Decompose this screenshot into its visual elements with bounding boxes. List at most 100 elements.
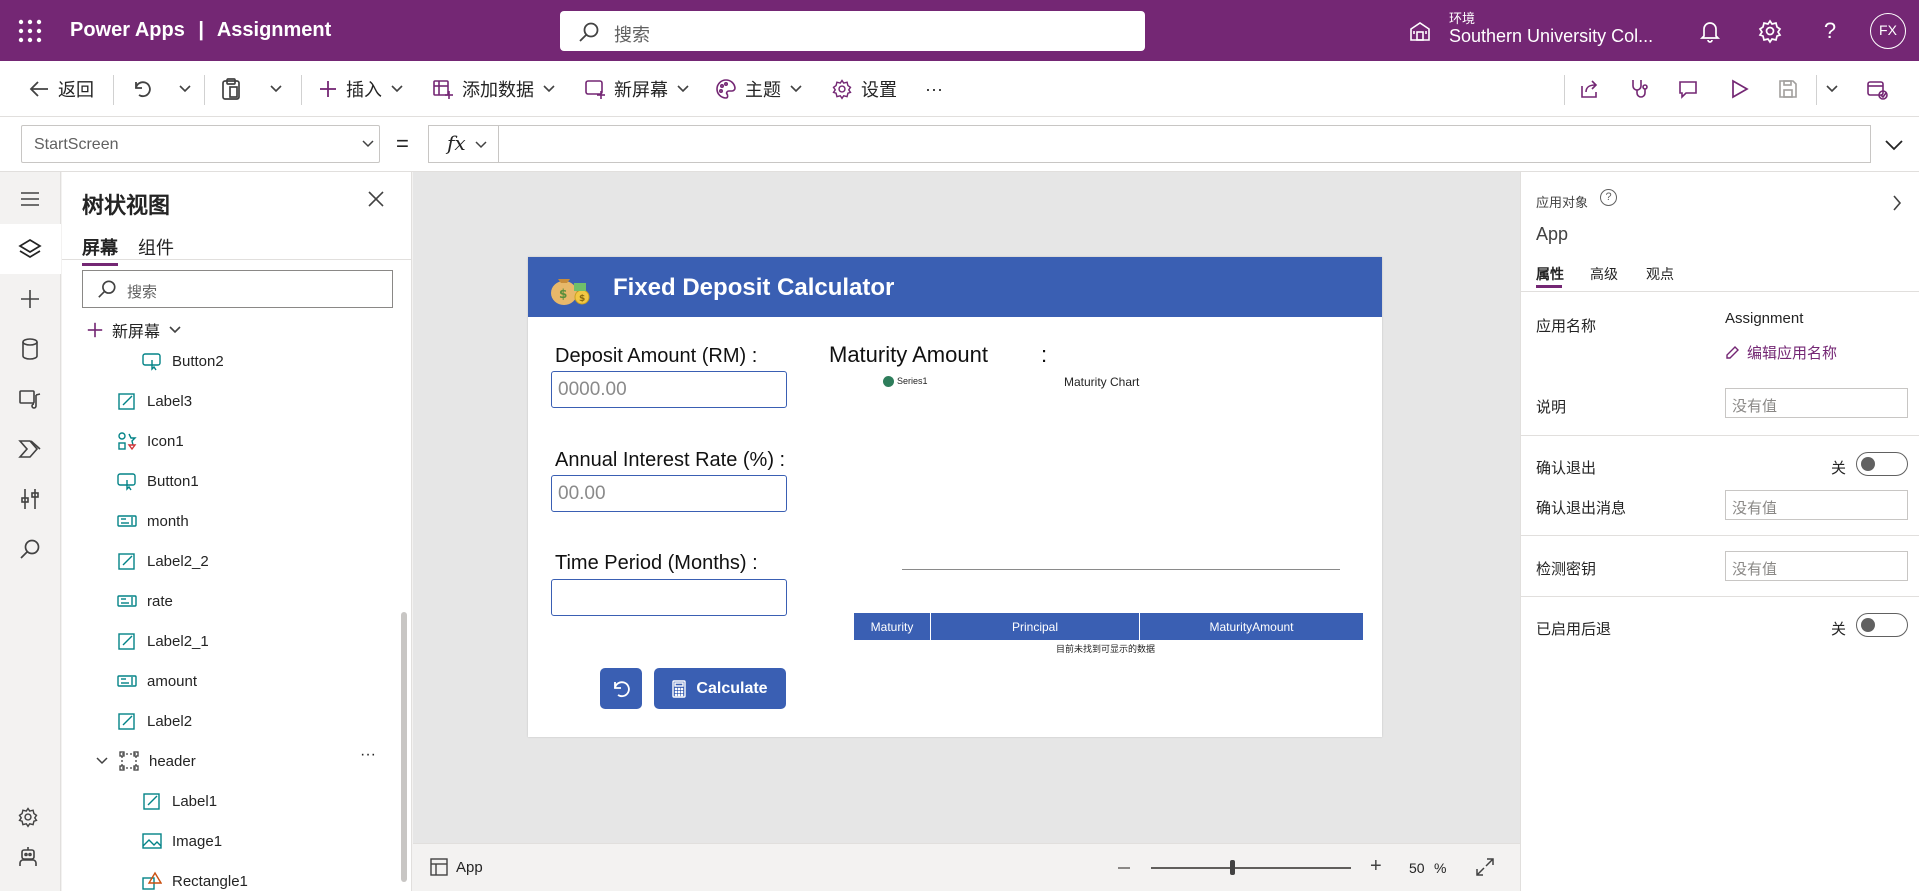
legend-swatch (883, 376, 894, 387)
back-enabled-state: 关 (1831, 621, 1847, 638)
help-icon[interactable]: ? (1817, 18, 1843, 44)
database-icon[interactable] (17, 336, 43, 362)
brand-name[interactable]: Power Apps (70, 19, 185, 41)
tab-advanced[interactable]: 高级 (1590, 264, 1618, 284)
plus-icon[interactable] (17, 286, 43, 312)
zoom-in-button[interactable]: + (1370, 855, 1382, 878)
fx-button[interactable]: fx (428, 125, 498, 163)
zoom-slider-thumb[interactable] (1230, 860, 1235, 875)
tree-node-label3[interactable]: Label3 (117, 386, 192, 416)
calculate-button[interactable]: Calculate (654, 668, 786, 709)
chevron-down-icon[interactable] (95, 756, 109, 766)
screen-icon (430, 858, 448, 876)
tree-node-label1[interactable]: Label1 (142, 786, 217, 816)
icon-control-icon (117, 431, 137, 451)
tree-node-label2-1[interactable]: Label2_1 (117, 626, 209, 656)
virtual-agent-icon[interactable] (17, 846, 43, 872)
table-header-principal[interactable]: Principal (931, 613, 1140, 640)
publish-button[interactable] (1866, 77, 1888, 101)
table-header-maturity-amount[interactable]: MaturityAmount (1140, 613, 1363, 640)
back-button[interactable]: 返回 (28, 77, 94, 101)
environment-name[interactable]: Southern University Col... (1449, 26, 1653, 47)
text-input-icon (117, 511, 137, 531)
confirm-exit-message-input[interactable]: 没有值 (1725, 490, 1908, 520)
settings-button[interactable]: 设置 (831, 77, 897, 101)
tree-node-button1[interactable]: Button1 (117, 466, 199, 496)
advanced-tools-icon[interactable] (17, 486, 43, 512)
gear-icon[interactable] (1757, 18, 1783, 44)
power-automate-icon[interactable] (17, 436, 43, 462)
paste-dropdown[interactable] (269, 77, 283, 101)
tree-search-input[interactable]: 搜索 (82, 270, 393, 308)
bell-icon[interactable] (1697, 18, 1723, 44)
plus-icon (318, 79, 338, 99)
paste-button[interactable] (220, 77, 242, 101)
undo-button[interactable] (131, 77, 153, 101)
new-screen-button[interactable]: 新屏幕 (584, 77, 690, 101)
time-period-input[interactable] (551, 579, 787, 616)
theme-button[interactable]: 主题 (715, 77, 803, 101)
property-dropdown[interactable]: StartScreen (21, 125, 380, 163)
save-dropdown[interactable] (1825, 77, 1839, 101)
tab-ideas[interactable]: 观点 (1646, 264, 1674, 284)
edit-app-name-link[interactable]: 编辑应用名称 (1725, 342, 1837, 363)
plus-icon (86, 321, 104, 339)
back-enabled-toggle[interactable] (1856, 613, 1908, 637)
layers-icon[interactable] (17, 236, 43, 262)
app-header[interactable]: $ $ Fixed Deposit Calculator (528, 257, 1382, 317)
insert-button[interactable]: 插入 (318, 77, 404, 101)
help-icon[interactable]: ? (1600, 189, 1617, 206)
chevron-down-icon (362, 140, 374, 148)
app-launcher-icon[interactable] (18, 19, 42, 43)
tree-scrollbar[interactable] (401, 612, 407, 882)
zoom-out-button[interactable] (1118, 867, 1130, 869)
gear-icon[interactable] (17, 806, 43, 832)
app-screen-preview[interactable]: $ $ Fixed Deposit Calculator Deposit Amo… (528, 257, 1382, 737)
formula-input[interactable] (498, 125, 1871, 163)
table-header-maturity[interactable]: Maturity (854, 613, 931, 640)
confirm-exit-toggle[interactable] (1856, 452, 1908, 476)
app-checker-button[interactable] (1628, 77, 1650, 101)
media-icon[interactable] (17, 386, 43, 412)
tree-node-month[interactable]: month (117, 506, 189, 536)
fit-to-window-icon[interactable] (1475, 857, 1495, 877)
chevron-right-icon[interactable] (1892, 194, 1902, 212)
new-screen-button[interactable]: 新屏幕 (86, 318, 182, 342)
more-commands-button[interactable]: ··· (925, 77, 943, 101)
tab-properties[interactable]: 属性 (1536, 264, 1564, 284)
comments-button[interactable] (1677, 77, 1699, 101)
description-input[interactable]: 没有值 (1725, 388, 1908, 418)
avatar[interactable]: FX (1870, 13, 1906, 49)
hamburger-icon[interactable] (17, 186, 43, 212)
search-icon[interactable] (17, 536, 43, 562)
detect-key-input[interactable]: 没有值 (1725, 551, 1908, 581)
zoom-slider[interactable] (1151, 860, 1351, 875)
tree-node-amount[interactable]: amount (117, 666, 197, 696)
add-data-button[interactable]: 添加数据 (432, 77, 556, 101)
node-more-button[interactable]: ··· (360, 746, 376, 764)
close-icon[interactable] (367, 190, 385, 208)
deposit-amount-input[interactable]: 0000.00 (551, 371, 787, 408)
environment-label: 环境 (1449, 11, 1476, 26)
tree-node-rectangle1[interactable]: Rectangle1 (142, 866, 248, 891)
expand-formula-icon[interactable] (1884, 139, 1904, 151)
undo-dropdown[interactable] (178, 77, 192, 101)
global-search[interactable]: 搜索 (560, 11, 1145, 51)
tree-node-label2-2[interactable]: Label2_2 (117, 546, 209, 576)
share-button[interactable] (1578, 77, 1600, 101)
tree-node-header[interactable]: header (95, 746, 196, 776)
tree-node-image1[interactable]: Image1 (142, 826, 222, 856)
tree-node-icon1[interactable]: Icon1 (117, 426, 184, 456)
reset-button[interactable] (600, 668, 642, 709)
preview-button[interactable] (1728, 77, 1750, 101)
database-plus-icon (432, 78, 454, 100)
tree-node-button2[interactable]: Button2 (142, 346, 224, 376)
tree-node-label2[interactable]: Label2 (117, 706, 192, 736)
tree-node-rate[interactable]: rate (117, 586, 173, 616)
screen-selector[interactable]: App (456, 859, 483, 876)
save-button[interactable] (1777, 77, 1799, 101)
back-label: 返回 (58, 80, 94, 100)
interest-rate-input[interactable]: 00.00 (551, 475, 787, 512)
tab-screens[interactable]: 屏幕 (82, 234, 118, 266)
tab-components[interactable]: 组件 (138, 234, 174, 260)
